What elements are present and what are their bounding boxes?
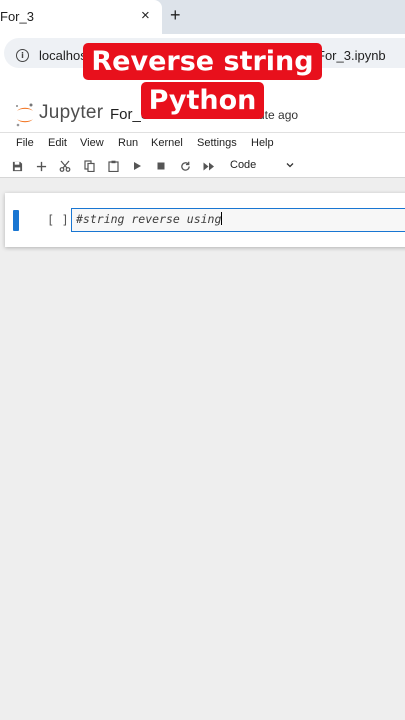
fast-forward-icon[interactable] (200, 157, 218, 175)
add-cell-icon[interactable] (32, 157, 50, 175)
menu-run[interactable]: Run (118, 137, 138, 149)
chevron-down-icon (286, 163, 294, 168)
cell-code-content: #string reverse using (76, 212, 222, 226)
active-cell-indicator (13, 210, 19, 231)
notebook-toolbar: Code (0, 155, 405, 178)
menu-edit[interactable]: Edit (48, 137, 67, 149)
menu-file[interactable]: File (16, 137, 34, 149)
menu-kernel[interactable]: Kernel (151, 137, 183, 149)
run-icon[interactable] (128, 157, 146, 175)
menu-help[interactable]: Help (251, 137, 274, 149)
cell-type-select[interactable]: Code (229, 158, 301, 174)
tab-close-icon[interactable]: × (141, 7, 150, 24)
page: For_3 × + i localhost:8 For_3.ipynb Reve… (0, 0, 405, 720)
text-cursor (221, 212, 223, 225)
cell-type-label: Code (230, 159, 257, 171)
tab-title: For_3 (0, 9, 34, 24)
menu-bar: File Edit View Run Kernel Settings Help (0, 132, 405, 156)
caption-line-2: Python (140, 82, 265, 119)
cut-icon[interactable] (56, 157, 74, 175)
notebook-panel: [ ]: #string reverse using (5, 193, 405, 247)
code-cell-editor[interactable]: #string reverse using (71, 208, 405, 232)
cell-code-text: #string reverse using (76, 212, 223, 226)
caption-line-1: Reverse string (83, 43, 322, 80)
new-tab-icon[interactable]: + (170, 5, 181, 26)
video-caption: Reverse string Python (0, 43, 405, 119)
browser-tab[interactable]: For_3 × (0, 0, 162, 34)
stop-icon[interactable] (152, 157, 170, 175)
menu-settings[interactable]: Settings (197, 137, 237, 149)
save-icon[interactable] (8, 157, 26, 175)
paste-icon[interactable] (104, 157, 122, 175)
restart-icon[interactable] (176, 157, 194, 175)
menu-view[interactable]: View (80, 137, 104, 149)
browser-tab-strip: For_3 × + (0, 0, 405, 34)
copy-icon[interactable] (80, 157, 98, 175)
